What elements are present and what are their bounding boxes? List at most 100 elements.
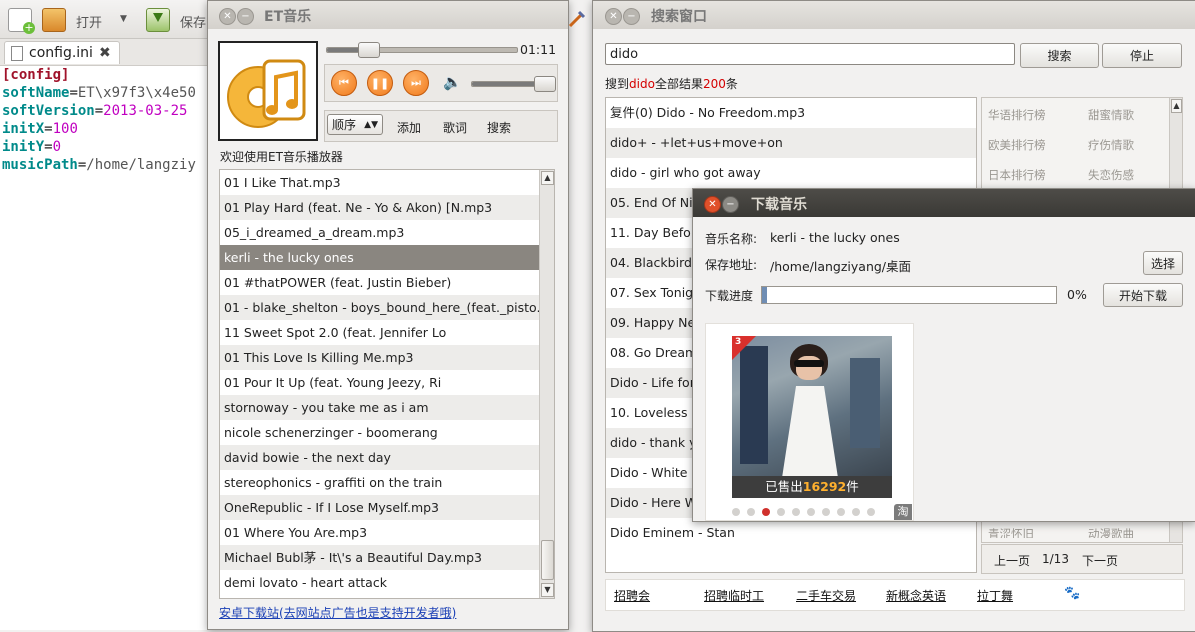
- song-item[interactable]: 01 - blake_shelton - boys_bound_here_(fe…: [220, 295, 540, 320]
- save-icon[interactable]: [146, 8, 170, 32]
- song-item[interactable]: 01 This Love Is Killing Me.mp3: [220, 345, 540, 370]
- carousel-dot[interactable]: [867, 508, 875, 516]
- song-item[interactable]: demi lovato - heart attack: [220, 570, 540, 595]
- close-tab-icon[interactable]: ✖: [99, 45, 111, 61]
- next-icon[interactable]: ⏭: [403, 70, 429, 96]
- song-item[interactable]: 01 Play Hard (feat. Ne - Yo & Akon) [N.m…: [220, 195, 540, 220]
- song-item[interactable]: 01 #thatPOWER (feat. Justin Bieber): [220, 270, 540, 295]
- category-item[interactable]: 失恋伤感: [1088, 167, 1134, 183]
- song-item[interactable]: 01 Pour It Up (feat. Young Jeezy, Ri: [220, 370, 540, 395]
- lyrics-button[interactable]: 歌词: [443, 119, 467, 136]
- save-button[interactable]: 保存: [180, 12, 206, 31]
- song-list[interactable]: 01 I Like That.mp3 01 Play Hard (feat. Ne…: [219, 169, 555, 599]
- close-icon[interactable]: ✕: [704, 196, 721, 213]
- category-item[interactable]: 甜蜜情歌: [1088, 107, 1134, 123]
- volume-icon[interactable]: 🔈: [443, 73, 462, 91]
- result-item[interactable]: Dido Eminem - Stan: [606, 518, 976, 548]
- search-button[interactable]: 搜索: [487, 119, 511, 136]
- add-button[interactable]: 添加: [397, 119, 421, 136]
- ad-photo-sunglasses: [794, 360, 824, 367]
- close-icon[interactable]: ✕: [605, 8, 622, 25]
- link-item[interactable]: 拉丁舞: [977, 587, 1013, 604]
- category-item[interactable]: 华语排行榜: [988, 107, 1046, 123]
- tab-config-ini[interactable]: config.ini ✖: [4, 41, 120, 64]
- result-item[interactable]: 复件(0) Dido - No Freedom.mp3: [606, 98, 976, 128]
- paw-icon[interactable]: 🐾: [1064, 586, 1080, 601]
- seek-handle[interactable]: [358, 42, 381, 58]
- pause-icon[interactable]: ❚❚: [367, 70, 393, 96]
- ad-photo-window: [740, 346, 768, 464]
- search-button[interactable]: 搜索: [1020, 43, 1099, 68]
- carousel-dot[interactable]: [792, 508, 800, 516]
- carousel-dot[interactable]: [777, 508, 785, 516]
- song-item[interactable]: stereophonics - graffiti on the train: [220, 470, 540, 495]
- carousel-dot[interactable]: [807, 508, 815, 516]
- ad-banner[interactable]: 3 已售出16292件 淘: [705, 323, 914, 521]
- code-value: 2013-03-25: [103, 103, 188, 119]
- carousel-dot[interactable]: [732, 508, 740, 516]
- link-item[interactable]: 新概念英语: [886, 587, 946, 604]
- result-item[interactable]: dido+ - +let+us+move+on: [606, 128, 976, 158]
- summary-middle: 全部结果: [654, 77, 703, 91]
- minimize-icon[interactable]: −: [623, 8, 640, 25]
- carousel-dot[interactable]: [747, 508, 755, 516]
- carousel-dot[interactable]: [762, 508, 770, 516]
- carousel-dot[interactable]: [852, 508, 860, 516]
- previous-icon[interactable]: ⏮: [331, 70, 357, 96]
- category-item[interactable]: 日本排行榜: [988, 167, 1046, 183]
- code-area[interactable]: [config] softName=ET\x97f3\x4e50 softVersi…: [2, 66, 196, 174]
- stop-button[interactable]: 停止: [1102, 43, 1182, 68]
- song-list-scrollbar[interactable]: ▲ ▼: [539, 170, 554, 598]
- link-item[interactable]: 二手车交易: [796, 587, 856, 604]
- result-item[interactable]: dido - girl who got away: [606, 158, 976, 188]
- song-item[interactable]: 05_i_dreamed_a_dream.mp3: [220, 220, 540, 245]
- player-titlebar[interactable]: ✕ − ET音乐: [208, 1, 568, 29]
- song-item[interactable]: 01 I Like That.mp3: [220, 170, 540, 195]
- song-item[interactable]: 01 Where You Are.mp3: [220, 520, 540, 545]
- scroll-thumb[interactable]: [541, 540, 554, 580]
- volume-handle[interactable]: [534, 76, 557, 92]
- next-page-button[interactable]: 下一页: [1082, 552, 1118, 569]
- minimize-icon[interactable]: −: [237, 8, 254, 25]
- tools-icon[interactable]: [567, 9, 587, 29]
- song-item[interactable]: OneRepublic - If I Lose Myself.mp3: [220, 495, 540, 520]
- song-item[interactable]: Michael Bubl茅 - It\'s a Beautiful Day.mp…: [220, 545, 540, 570]
- editor-window: + 打开 ▼ 保存 config.ini ✖ [config] softName=…: [0, 0, 215, 630]
- song-item[interactable]: stornoway - you take me as i am: [220, 395, 540, 420]
- footer-link[interactable]: 安卓下载站(去网站点广告也是支持开发者哦): [219, 604, 456, 621]
- category-item[interactable]: 青涩怀旧: [988, 526, 1034, 538]
- open-folder-icon[interactable]: [42, 8, 66, 32]
- carousel-dot[interactable]: [837, 508, 845, 516]
- close-icon[interactable]: ✕: [219, 8, 236, 25]
- new-file-icon[interactable]: +: [8, 8, 35, 34]
- play-mode-select[interactable]: 顺序 ▲▼: [327, 114, 383, 135]
- scroll-down-icon[interactable]: ▼: [541, 583, 554, 597]
- volume-slider[interactable]: [471, 76, 557, 92]
- search-input[interactable]: dido: [605, 43, 1015, 65]
- dropdown-arrow-icon[interactable]: ▼: [120, 14, 127, 24]
- song-item[interactable]: david bowie - the next day: [220, 445, 540, 470]
- song-item[interactable]: nicole schenerzinger - boomerang: [220, 420, 540, 445]
- download-titlebar[interactable]: ✕ − 下载音乐: [693, 189, 1195, 217]
- link-item[interactable]: 招聘会: [614, 587, 650, 604]
- link-item[interactable]: 招聘临时工: [704, 587, 764, 604]
- song-item[interactable]: 11 Sweet Spot 2.0 (feat. Jennifer Lo: [220, 320, 540, 345]
- category-item[interactable]: 动漫歌曲: [1088, 526, 1134, 538]
- scroll-up-icon[interactable]: ▲: [1171, 99, 1182, 113]
- taobao-logo-icon[interactable]: 淘: [894, 504, 912, 520]
- category-item[interactable]: 欧美排行榜: [988, 137, 1046, 153]
- song-item[interactable]: kerli - the lucky ones: [220, 245, 540, 270]
- prev-page-button[interactable]: 上一页: [994, 552, 1030, 569]
- choose-button[interactable]: 选择: [1143, 251, 1183, 275]
- search-titlebar[interactable]: ✕ − 搜索窗口: [593, 1, 1195, 29]
- ad-product-image[interactable]: 3: [732, 336, 892, 476]
- scroll-up-icon[interactable]: ▲: [541, 171, 554, 185]
- name-value: kerli - the lucky ones: [770, 230, 900, 245]
- open-button[interactable]: 打开: [76, 12, 102, 31]
- carousel-dot[interactable]: [822, 508, 830, 516]
- seek-slider[interactable]: [326, 42, 518, 58]
- start-download-button[interactable]: 开始下载: [1103, 283, 1183, 307]
- progress-start-cap: [762, 287, 767, 303]
- category-item[interactable]: 疗伤情歌: [1088, 137, 1134, 153]
- minimize-icon[interactable]: −: [722, 196, 739, 213]
